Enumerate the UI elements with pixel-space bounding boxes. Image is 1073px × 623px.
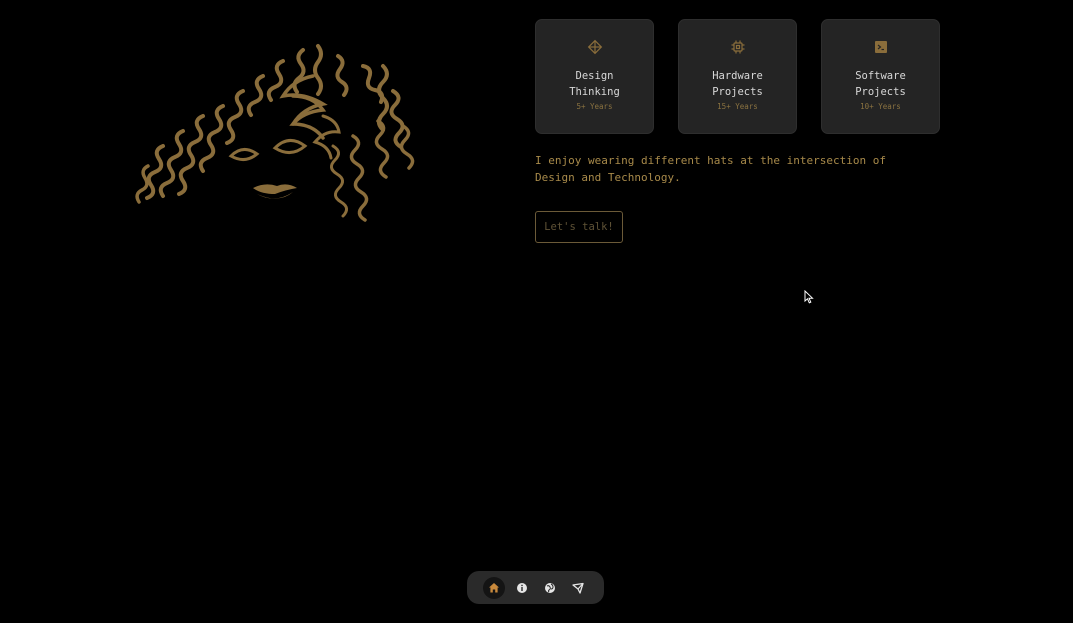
nav-projects[interactable] [539, 577, 561, 599]
home-icon [489, 582, 499, 592]
lets-talk-button[interactable]: Let's talk! [535, 211, 623, 243]
card-title: Hardware Projects [712, 70, 763, 98]
nav-home[interactable] [483, 576, 505, 599]
mouse-cursor-icon [804, 290, 814, 304]
curly-hair-face-illustration [135, 44, 415, 222]
terminal-icon [874, 41, 887, 53]
card-design-thinking: Design Thinking 5+ Years [535, 19, 654, 134]
globe-icon [545, 582, 555, 593]
card-title: Design Thinking [569, 70, 620, 98]
send-icon [572, 582, 584, 594]
card-years: 15+ Years [717, 102, 758, 111]
skills-cards: Design Thinking 5+ Years Hardware Projec… [535, 19, 940, 134]
nav-contact[interactable] [567, 577, 589, 599]
bottom-nav-dock [467, 571, 604, 604]
card-hardware-projects: Hardware Projects 15+ Years [678, 19, 797, 134]
intro-text: I enjoy wearing different hats at the in… [535, 154, 886, 184]
info-icon [517, 582, 527, 593]
chip-icon [731, 40, 744, 54]
nav-about[interactable] [511, 577, 533, 599]
diamond-icon [587, 39, 602, 55]
page: Design Thinking 5+ Years Hardware Projec… [0, 0, 1073, 623]
card-years: 10+ Years [860, 102, 901, 111]
card-years: 5+ Years [576, 102, 613, 111]
card-software-projects: Software Projects 10+ Years [821, 19, 940, 134]
card-title: Software Projects [855, 70, 906, 98]
